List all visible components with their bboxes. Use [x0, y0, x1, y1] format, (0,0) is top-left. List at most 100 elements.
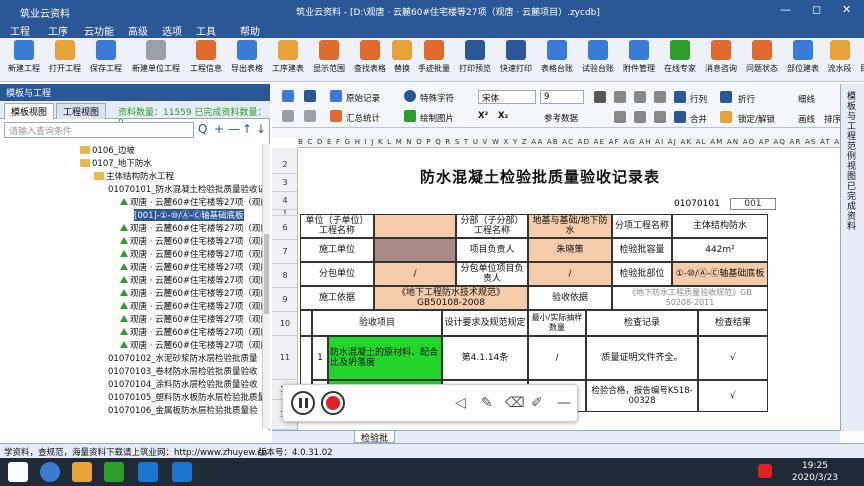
ribbon-button[interactable]: 问题状态 — [742, 40, 782, 80]
input-sub-pm[interactable]: / — [528, 262, 612, 286]
input-builder[interactable] — [374, 238, 456, 262]
app-icon[interactable] — [104, 462, 124, 482]
item-raw-materials[interactable]: 防水混凝土的原材料、配合比及坍落度 — [328, 336, 442, 380]
tree-item[interactable]: 01070102_水泥砂浆防水层检验批质量 — [108, 352, 258, 364]
tree-item[interactable]: 主体结构防水工程 — [94, 170, 174, 182]
highlighter-icon[interactable]: ✐ — [531, 395, 543, 411]
form-serial[interactable]: 001 — [730, 198, 776, 210]
tree-item[interactable]: 01070105_塑料防水板防水层检验批质量 — [108, 391, 262, 403]
ribbon-button[interactable]: 导出表格 — [227, 40, 267, 80]
rowcol-icon[interactable] — [674, 91, 686, 103]
sum-icon[interactable] — [330, 110, 342, 122]
sheet-tab-inspection[interactable]: 检验批 — [354, 431, 396, 444]
undo-icon[interactable] — [282, 110, 294, 122]
minimize-icon[interactable]: — — [557, 395, 571, 411]
ribbon-button[interactable]: 工序建表 — [268, 40, 308, 80]
tree-item[interactable]: 0107_地下防水 — [80, 157, 152, 169]
input-unit-name[interactable] — [374, 214, 456, 238]
draw-image-button[interactable]: 绘制图片 — [420, 112, 454, 124]
omega-icon[interactable] — [404, 90, 416, 102]
ribbon-button[interactable]: 显示范围 — [309, 40, 349, 80]
tree-item[interactable]: 观唐 · 云麓60#住宅楼等27项（观唐 — [120, 326, 262, 338]
search-input[interactable]: 请输入查询条件 — [4, 122, 194, 138]
ribbon-button[interactable]: 新建工程 — [4, 40, 44, 80]
tree-item[interactable]: 观唐 · 云麓60#住宅楼等27项（观唐 — [120, 274, 262, 286]
menu-cloud[interactable]: 云功能 — [84, 23, 114, 38]
tree-item[interactable]: 01070106_金属板防水层检验批质量验 — [108, 404, 258, 416]
edge-icon[interactable] — [40, 462, 60, 482]
ime-icon[interactable] — [758, 464, 772, 478]
close-button[interactable]: ✕ — [842, 3, 851, 16]
ribbon-button[interactable]: 打开工程 — [45, 40, 85, 80]
ribbon-button[interactable]: 打印预览 — [455, 40, 495, 80]
merge-icon[interactable] — [674, 111, 686, 123]
line-width-select[interactable]: 细线 — [798, 93, 815, 105]
valign-bottom-icon[interactable] — [654, 111, 666, 123]
recorder-icon[interactable] — [172, 462, 192, 482]
ribbon-button[interactable]: 手迹批量 — [414, 40, 454, 80]
stop-icon[interactable] — [321, 391, 345, 415]
value-subitem[interactable]: 主体结构防水 — [672, 214, 768, 238]
ribbon-button[interactable]: 替换 — [391, 40, 413, 80]
align-left-icon[interactable] — [614, 91, 626, 103]
input-basement[interactable]: 地基与基础/地下防水 — [528, 214, 612, 238]
valign-middle-icon[interactable] — [634, 111, 646, 123]
ribbon-button[interactable]: 部位建表 — [783, 40, 823, 80]
tree-item[interactable]: 观唐 · 云麓60#住宅楼等27项（观唐 — [120, 339, 262, 351]
file-explorer-icon[interactable] — [72, 462, 92, 482]
move-down-icon[interactable]: ↓ — [256, 122, 266, 136]
original-record-button[interactable]: 原始记录 — [346, 92, 380, 104]
tree-scrollbar[interactable] — [262, 144, 270, 429]
search-icon[interactable]: Q — [198, 122, 207, 136]
special-char-button[interactable]: 特殊字符 — [420, 92, 454, 104]
redo-icon[interactable] — [304, 110, 316, 122]
tree-item[interactable]: 观唐 · 云麓60#住宅楼等27项（观唐 — [120, 287, 262, 299]
result-check[interactable]: √ — [698, 380, 768, 412]
maximize-button[interactable]: ◻ — [812, 3, 821, 16]
ribbon-button[interactable]: 保存工程 — [86, 40, 126, 80]
input-basis[interactable]: 《地下工程防水技术规范》GB50108-2008 — [374, 286, 528, 310]
tree-item[interactable]: 01070103_卷材防水层检验批质量验收 — [108, 365, 258, 377]
tree-item[interactable]: 观唐 · 云麓60#住宅楼等27项（观唐 — [120, 196, 262, 208]
bold-icon[interactable] — [594, 91, 606, 103]
add-icon[interactable]: + — [214, 122, 224, 136]
record-icon[interactable] — [330, 90, 342, 102]
draw-line-button[interactable]: 画线 — [798, 113, 815, 125]
align-right-icon[interactable] — [654, 91, 666, 103]
ribbon-button[interactable]: 试验台账 — [578, 40, 618, 80]
record-report[interactable]: 检验合格，报告编号KS18-00328 — [586, 380, 698, 412]
tree-item[interactable]: 观唐 · 云麓60#住宅楼等27项（观唐 — [120, 300, 262, 312]
menu-project[interactable]: 工程 — [10, 23, 30, 38]
value-accept[interactable]: 《地下防水工程质量验收规范》GB 50208-2011 — [612, 286, 768, 310]
menu-advanced[interactable]: 高级 — [128, 23, 148, 38]
ribbon-button[interactable]: 表格台账 — [537, 40, 577, 80]
eraser-icon[interactable]: ⌫ — [505, 395, 525, 411]
tree-item[interactable]: 观唐 · 云麓60#住宅楼等27项（观唐 — [120, 261, 262, 273]
taskbar-clock[interactable]: 19:25 2020/3/23 — [780, 460, 850, 484]
req-4-1-14[interactable]: 第4.1.14条 — [442, 336, 528, 380]
tree-item[interactable]: 01070104_涂料防水层检验批质量验收 — [108, 378, 258, 390]
ribbon-button[interactable]: 消息咨询 — [701, 40, 741, 80]
menu-process[interactable]: 工序 — [48, 23, 68, 38]
zhuye-icon[interactable] — [138, 462, 158, 482]
ribbon-button[interactable]: 工程信息 — [186, 40, 226, 80]
ribbon-button[interactable]: 目录管理 — [856, 40, 864, 80]
ribbon-button[interactable]: 查找表格 — [350, 40, 390, 80]
tree-item[interactable]: 观唐 · 云麓60#住宅楼等27项（观唐 — [120, 235, 262, 247]
wrap-icon[interactable] — [720, 91, 732, 103]
minimize-button[interactable]: — — [780, 3, 791, 16]
wrap-button[interactable]: 折行 — [738, 93, 755, 105]
side-tab-examples[interactable]: 范例视图 — [847, 142, 859, 182]
input-sub-builder[interactable]: / — [374, 262, 456, 286]
remove-icon[interactable]: — — [228, 122, 240, 136]
tree-item[interactable]: 观唐 · 云麓60#住宅楼等27项（观唐 — [120, 313, 262, 325]
input-pm[interactable]: 朱晓策 — [528, 238, 612, 262]
copy-icon[interactable] — [282, 90, 294, 102]
side-tab-completed[interactable]: 已完成资料 — [847, 182, 859, 232]
superscript-button[interactable]: X² — [478, 111, 488, 121]
align-center-icon[interactable] — [634, 91, 646, 103]
tree-item[interactable]: 观唐 · 云麓60#住宅楼等27项（观唐 — [120, 222, 262, 234]
image-icon[interactable] — [404, 110, 416, 122]
mute-icon[interactable]: ◁ — [455, 395, 466, 411]
scroll-thumb[interactable] — [264, 234, 269, 314]
